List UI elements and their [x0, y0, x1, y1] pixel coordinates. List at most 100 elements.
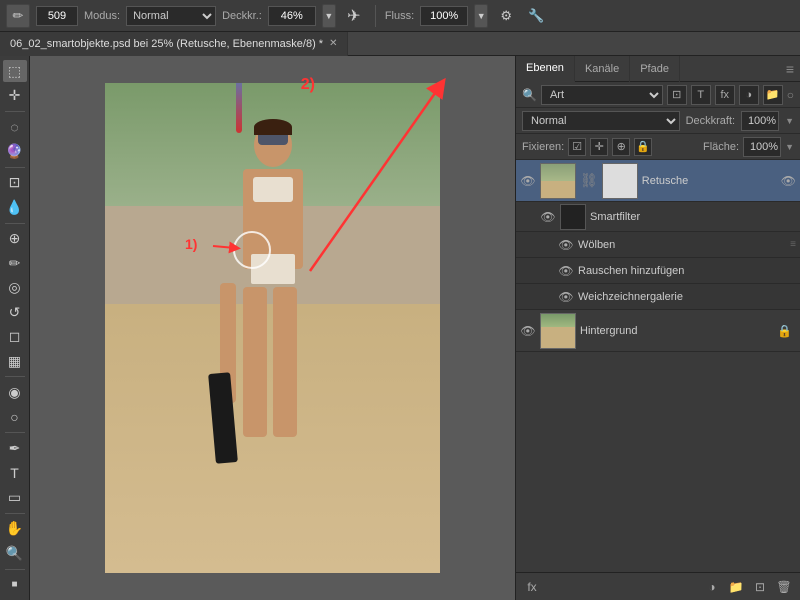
layer-eye-retusche[interactable]: 👁	[520, 173, 536, 189]
flache-down-arrow: ▼	[785, 142, 794, 152]
document-tab[interactable]: 06_02_smartobjekte.psd bei 25% (Retusche…	[0, 32, 348, 56]
layer-hintergrund[interactable]: 👁 Hintergrund 🔒	[516, 310, 800, 352]
filter-btn-fx[interactable]: fx	[715, 85, 735, 105]
panel-menu-btn[interactable]: ≡	[780, 61, 800, 77]
panel-bottom: fx ◑ 📁 ⊡ 🗑	[516, 572, 800, 600]
layer-smartfilter[interactable]: 👁 Smartfilter	[516, 202, 800, 232]
filter-toggle[interactable]: ○	[787, 88, 794, 102]
crop-tool[interactable]: ⊡	[3, 172, 27, 194]
retouch-circle	[233, 231, 271, 269]
tab-pfade[interactable]: Pfade	[630, 56, 680, 82]
zoom-tool[interactable]: 🔍	[3, 542, 27, 564]
filter-btn-adj[interactable]: ◑	[739, 85, 759, 105]
annotation-2: 2)	[301, 76, 315, 94]
layer-eye-hintergrund[interactable]: 👁	[520, 323, 536, 339]
photo-canvas: 1)	[105, 83, 440, 573]
fix-icon-check[interactable]: ☑	[568, 138, 586, 156]
fx-btn[interactable]: fx	[522, 577, 542, 597]
separator	[375, 5, 376, 27]
hand-tool[interactable]: ✋	[3, 518, 27, 540]
clone-tool[interactable]: ◎	[3, 277, 27, 299]
pen-tool[interactable]: ✒	[3, 437, 27, 459]
text-tool[interactable]: T	[3, 462, 27, 484]
move-tool[interactable]: ✛	[3, 84, 27, 106]
kanaele-label: Kanäle	[585, 63, 619, 75]
deckkraft-down-arrow: ▼	[785, 116, 794, 126]
fix-icon-lock[interactable]: 🔒	[634, 138, 652, 156]
eyedropper-tool[interactable]: 💧	[3, 196, 27, 218]
heal-tool[interactable]: ⊕	[3, 228, 27, 250]
layer-eye-rauschen[interactable]: 👁	[558, 263, 574, 279]
shape-tool[interactable]: ▭	[3, 486, 27, 508]
quick-select-tool[interactable]: 🔮	[3, 140, 27, 162]
extra-icon-2[interactable]: 🔧	[524, 4, 548, 28]
layers-panel: Ebenen Kanäle Pfade ≡ 🔍 Art ⊡ T	[516, 56, 800, 600]
flache-input[interactable]: 100%	[743, 137, 781, 157]
main-area: ⬚ ✛ ◌ 🔮 ⊡ 💧 ⊕ ✏ ◎ ↺ ◻ ▦ ◉ ○ ✒ T ▭ ✋ 🔍 ■ …	[0, 56, 800, 600]
blend-row: Normal Deckkraft: 100% ▼	[516, 108, 800, 134]
fix-icon-art[interactable]: ⊕	[612, 138, 630, 156]
filter-btn-folder[interactable]: 📁	[763, 85, 783, 105]
brush-size-input[interactable]: 509	[36, 6, 78, 26]
person-legs	[243, 287, 303, 437]
fluss-arrow[interactable]: ▼	[474, 4, 488, 28]
eraser-tool[interactable]: ◻	[3, 326, 27, 348]
tab-title: 06_02_smartobjekte.psd bei 25% (Retusche…	[10, 38, 323, 50]
dodge-tool[interactable]: ○	[3, 406, 27, 428]
history-brush[interactable]: ↺	[3, 301, 27, 323]
delete-layer-btn[interactable]: 🗑	[774, 577, 794, 597]
extra-icon-1[interactable]: ⚙	[494, 4, 518, 28]
canvas-area: 2)	[30, 56, 515, 600]
tab-ebenen[interactable]: Ebenen	[516, 56, 575, 82]
tool-sep-2	[5, 167, 25, 168]
layer-weichzeichner[interactable]: 👁 Weichzeichnergalerie	[516, 284, 800, 310]
new-group-btn[interactable]: 📁	[726, 577, 746, 597]
search-icon: 🔍	[522, 88, 537, 102]
tab-bar: 06_02_smartobjekte.psd bei 25% (Retusche…	[0, 32, 800, 56]
layer-woelben[interactable]: 👁 Wölben ≡	[516, 232, 800, 258]
airbrush-icon[interactable]: ✈	[342, 4, 366, 28]
selection-tool[interactable]: ⬚	[3, 60, 27, 82]
fluss-input[interactable]: 100%	[420, 6, 468, 26]
blur-tool[interactable]: ◉	[3, 381, 27, 403]
modus-select[interactable]: Normal	[126, 6, 216, 26]
layer-eye-smartfilter[interactable]: 👁	[540, 209, 556, 225]
layer-retusche[interactable]: 👁 ⛓ Retusche 👁	[516, 160, 800, 202]
layer-mask-retusche	[602, 163, 638, 199]
filter-select[interactable]: Art	[541, 85, 663, 105]
smartfilter-thumb	[560, 204, 586, 230]
tool-sep-7	[5, 569, 25, 570]
lasso-tool[interactable]: ◌	[3, 116, 27, 138]
new-fill-btn[interactable]: ◑	[702, 577, 722, 597]
snorkel	[236, 83, 242, 133]
brush-tool-icon[interactable]: ✏	[6, 4, 30, 28]
tab-close-btn[interactable]: ✕	[329, 38, 337, 49]
layer-eye-weichzeichner[interactable]: 👁	[558, 289, 574, 305]
brush-tool[interactable]: ✏	[3, 252, 27, 274]
ebenen-label: Ebenen	[526, 62, 564, 74]
tool-sep-3	[5, 223, 25, 224]
foreground-color[interactable]: ■	[3, 573, 27, 595]
left-leg	[243, 287, 267, 437]
deckkraft-panel-input[interactable]: 100%	[741, 111, 779, 131]
left-toolbox: ⬚ ✛ ◌ 🔮 ⊡ 💧 ⊕ ✏ ◎ ↺ ◻ ▦ ◉ ○ ✒ T ▭ ✋ 🔍 ■	[0, 56, 30, 600]
layer-eye-woelben[interactable]: 👁	[558, 237, 574, 253]
filter-btn-1[interactable]: ⊡	[667, 85, 687, 105]
pfade-label: Pfade	[640, 63, 669, 75]
tool-sep-6	[5, 513, 25, 514]
woelben-icon: ≡	[790, 239, 796, 250]
deckkraft-arrow[interactable]: ▼	[322, 4, 336, 28]
new-layer-btn[interactable]: ⊡	[750, 577, 770, 597]
tab-kanaele[interactable]: Kanäle	[575, 56, 630, 82]
blend-mode-select[interactable]: Normal	[522, 111, 680, 131]
layer-name-weichzeichner: Weichzeichnergalerie	[578, 291, 796, 303]
filter-btn-t[interactable]: T	[691, 85, 711, 105]
modus-label: Modus:	[84, 10, 120, 22]
layer-rauschen[interactable]: 👁 Rauschen hinzufügen	[516, 258, 800, 284]
gradient-tool[interactable]: ▦	[3, 350, 27, 372]
tool-sep-5	[5, 432, 25, 433]
tool-sep-1	[5, 111, 25, 112]
person-head	[254, 123, 292, 167]
fix-icon-move[interactable]: ✛	[590, 138, 608, 156]
deckkraft-input[interactable]: 46%	[268, 6, 316, 26]
